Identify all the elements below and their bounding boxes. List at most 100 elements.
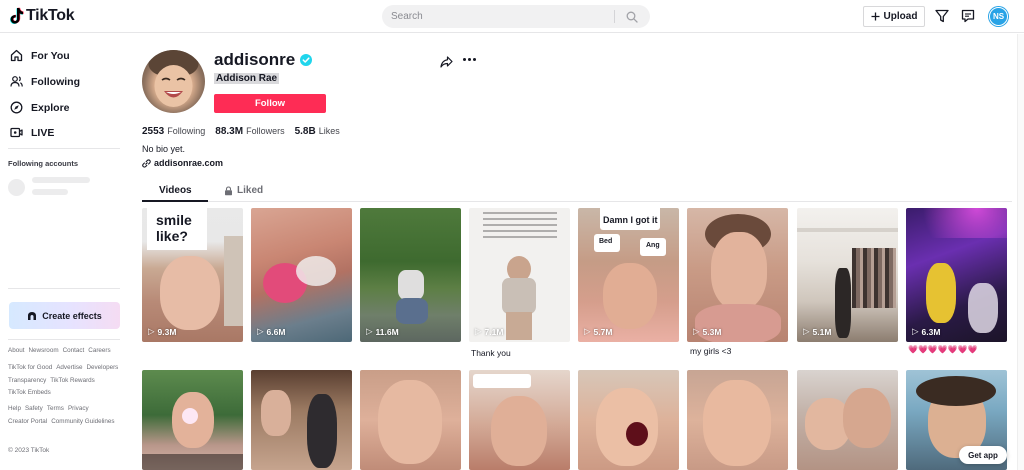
video-card[interactable] bbox=[687, 370, 788, 470]
nav-label: For You bbox=[31, 49, 70, 62]
tab-liked[interactable]: Liked bbox=[224, 185, 263, 196]
views-count: 6.3M bbox=[921, 326, 941, 337]
video-card[interactable] bbox=[797, 370, 898, 470]
video-card[interactable]: ▷ 5.3M bbox=[687, 208, 788, 342]
footer-link[interactable]: Creator Portal bbox=[8, 416, 47, 429]
top-bar: TikTok Upload NS bbox=[0, 0, 1024, 33]
copyright: © 2023 TikTok bbox=[8, 447, 50, 454]
video-card[interactable]: smile like? ▷ 9.3M bbox=[142, 208, 243, 342]
footer-link[interactable]: Developers bbox=[86, 362, 118, 375]
profile-tabs: Videos Liked bbox=[142, 180, 1012, 202]
profile-avatar bbox=[142, 50, 205, 113]
tab-liked-label: Liked bbox=[237, 185, 264, 196]
footer-link[interactable]: Careers bbox=[88, 345, 110, 358]
likes-stat: 5.8B Likes bbox=[295, 126, 340, 137]
search-input[interactable] bbox=[382, 5, 614, 28]
video-card[interactable]: ▷ 7.1M bbox=[469, 208, 570, 342]
video-card[interactable]: ▷ 5.1M bbox=[797, 208, 898, 342]
tiktok-logo-icon bbox=[10, 7, 24, 24]
followers-stat[interactable]: 88.3M Followers bbox=[215, 126, 284, 137]
skeleton-avatar bbox=[8, 179, 25, 196]
follow-button[interactable]: Follow bbox=[214, 94, 326, 113]
create-effects-button[interactable]: Create effects bbox=[9, 302, 120, 329]
video-card[interactable]: ▷ 11.6M bbox=[360, 208, 461, 342]
video-views: ▷ 6.3M bbox=[912, 326, 940, 337]
filter-icon[interactable] bbox=[934, 8, 950, 24]
search-button[interactable] bbox=[615, 5, 649, 28]
video-card[interactable]: ▷ 6.6M bbox=[251, 208, 352, 342]
video-views: ▷ 5.3M bbox=[693, 326, 721, 337]
upload-button[interactable]: Upload bbox=[863, 6, 925, 27]
search-bar bbox=[382, 5, 650, 28]
footer-link[interactable]: Help bbox=[8, 403, 21, 416]
footer-link[interactable]: Community Guidelines bbox=[51, 416, 114, 429]
profile-bio: No bio yet. bbox=[142, 144, 186, 154]
footer-link[interactable]: TikTok Embeds bbox=[8, 387, 51, 400]
effects-icon bbox=[28, 311, 37, 320]
views-count: 5.1M bbox=[812, 326, 832, 337]
footer-link[interactable]: About bbox=[8, 345, 24, 358]
following-label: Following bbox=[167, 126, 206, 136]
footer-link[interactable]: Advertise bbox=[56, 362, 82, 375]
video-card[interactable] bbox=[360, 370, 461, 470]
profile-username: addisonre bbox=[214, 50, 313, 70]
tiktok-logo[interactable]: TikTok bbox=[10, 7, 75, 25]
footer-link[interactable]: Terms bbox=[47, 403, 64, 416]
play-icon: ▷ bbox=[803, 326, 810, 336]
following-count: 2553 bbox=[142, 126, 165, 137]
logo-text: TikTok bbox=[26, 7, 75, 24]
video-card[interactable] bbox=[251, 370, 352, 470]
username-text: addisonre bbox=[214, 50, 296, 69]
compass-icon bbox=[10, 101, 23, 114]
sidebar-divider bbox=[8, 288, 120, 289]
footer-link[interactable]: Newsroom bbox=[28, 345, 58, 358]
tab-videos[interactable]: Videos bbox=[159, 185, 192, 196]
video-card[interactable] bbox=[142, 370, 243, 470]
profile-link[interactable]: addisonrae.com bbox=[142, 158, 223, 168]
video-card[interactable] bbox=[469, 370, 570, 470]
get-app-button[interactable]: Get app bbox=[959, 446, 1007, 464]
plus-icon bbox=[871, 12, 880, 21]
skeleton-line bbox=[32, 177, 90, 183]
share-icon[interactable] bbox=[440, 55, 453, 73]
video-views: ▷ 9.3M bbox=[148, 326, 176, 337]
create-effects-label: Create effects bbox=[42, 310, 102, 321]
video-caption: 💗💗💗💗💗💗💗 bbox=[908, 345, 978, 354]
video-card[interactable]: Damn I got it Bed Ang ▷ 5.7M bbox=[578, 208, 679, 342]
video-views: ▷ 5.7M bbox=[584, 326, 612, 337]
views-count: 5.3M bbox=[702, 326, 722, 337]
footer-links-group-3: Help Safety Terms Privacy Creator Portal Comm… bbox=[8, 403, 126, 428]
nav-explore[interactable]: Explore bbox=[10, 101, 70, 114]
more-options-icon[interactable] bbox=[463, 58, 476, 61]
footer-link[interactable]: TikTok for Good bbox=[8, 362, 52, 375]
play-icon: ▷ bbox=[148, 326, 155, 336]
nav-label: Explore bbox=[31, 101, 70, 114]
footer-link[interactable]: Privacy bbox=[68, 403, 89, 416]
play-icon: ▷ bbox=[693, 326, 700, 336]
footer-links-group-2: TikTok for Good Advertise Developers Transp… bbox=[8, 362, 126, 400]
verified-badge-icon bbox=[300, 54, 313, 66]
video-card[interactable]: ▷ 6.3M bbox=[906, 208, 1007, 342]
video-overlay-text: smile like? bbox=[156, 212, 192, 244]
footer-link[interactable]: Contact bbox=[63, 345, 85, 358]
footer-link[interactable]: Safety bbox=[25, 403, 43, 416]
followers-label: Followers bbox=[246, 126, 285, 136]
play-icon: ▷ bbox=[912, 326, 919, 336]
messages-icon[interactable] bbox=[960, 8, 976, 24]
views-count: 7.1M bbox=[484, 326, 504, 337]
nav-live[interactable]: LIVE bbox=[10, 126, 54, 139]
following-stat[interactable]: 2553 Following bbox=[142, 126, 205, 137]
footer-link[interactable]: TikTok Rewards bbox=[50, 375, 95, 388]
video-views: ▷ 11.6M bbox=[366, 326, 399, 337]
video-views: ▷ 5.1M bbox=[803, 326, 831, 337]
video-card[interactable] bbox=[578, 370, 679, 470]
footer-link[interactable]: Transparency bbox=[8, 375, 46, 388]
nav-for-you[interactable]: For You bbox=[10, 49, 70, 62]
sidebar: For You Following Explore LIVE Following… bbox=[0, 34, 130, 470]
user-avatar[interactable]: NS bbox=[989, 7, 1008, 26]
nav-following[interactable]: Following bbox=[10, 75, 80, 88]
sidebar-divider bbox=[8, 339, 120, 340]
likes-count: 5.8B bbox=[294, 126, 316, 137]
page-scrollbar[interactable] bbox=[1017, 34, 1024, 470]
active-tab-indicator bbox=[142, 200, 208, 202]
